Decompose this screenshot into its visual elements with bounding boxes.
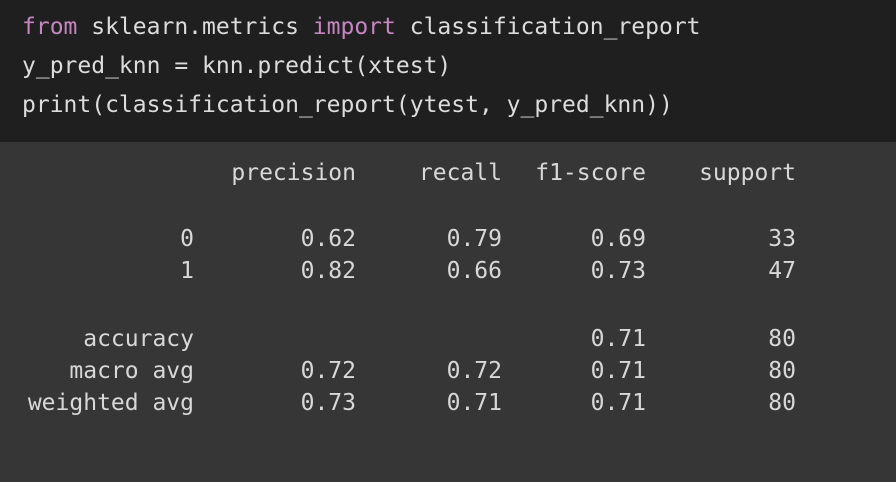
- keyword-from: from: [22, 14, 78, 40]
- code-line-2: y_pred_knn = knn.predict(xtest): [22, 53, 452, 79]
- cell-recall: 0.66: [446, 258, 502, 284]
- cell-support: 80: [768, 358, 796, 384]
- notebook-frame: from sklearn.metrics import classificati…: [0, 0, 896, 482]
- imported-name: classification_report: [395, 14, 701, 40]
- cell-precision: 0.62: [300, 226, 356, 252]
- cell-precision: 0.82: [300, 258, 356, 284]
- cell-support: 80: [768, 390, 796, 416]
- module-name: sklearn.metrics: [77, 14, 313, 40]
- header-f1-score: f1-score: [535, 160, 646, 186]
- cell-recall: 0.79: [446, 226, 502, 252]
- cell-support: 47: [768, 258, 796, 284]
- cell-f1: 0.71: [590, 390, 646, 416]
- cell-recall: 0.72: [446, 358, 502, 384]
- cell-f1: 0.71: [590, 326, 646, 352]
- header-recall: recall: [418, 160, 502, 186]
- keyword-import: import: [312, 14, 396, 40]
- cell-recall: 0.71: [446, 390, 502, 416]
- row-label: accuracy: [83, 326, 194, 352]
- output-cell: precision recall f1-score support 0 0.62…: [0, 142, 896, 482]
- cell-f1: 0.71: [590, 358, 646, 384]
- cell-support: 33: [768, 226, 796, 252]
- row-label: 0: [180, 226, 194, 252]
- cell-precision: 0.72: [300, 358, 356, 384]
- cell-f1: 0.69: [590, 226, 646, 252]
- code-cell[interactable]: from sklearn.metrics import classificati…: [0, 0, 896, 142]
- row-label: 1: [180, 258, 194, 284]
- cell-support: 80: [768, 326, 796, 352]
- code-line-3: print(classification_report(ytest, y_pre…: [22, 92, 673, 118]
- row-label: weighted avg: [27, 390, 194, 416]
- header-support: support: [699, 160, 796, 186]
- header-precision: precision: [231, 160, 356, 186]
- row-label: macro avg: [69, 358, 194, 384]
- cell-precision: 0.73: [300, 390, 356, 416]
- code-line-1: from sklearn.metrics import classificati…: [22, 10, 701, 44]
- cell-f1: 0.73: [590, 258, 646, 284]
